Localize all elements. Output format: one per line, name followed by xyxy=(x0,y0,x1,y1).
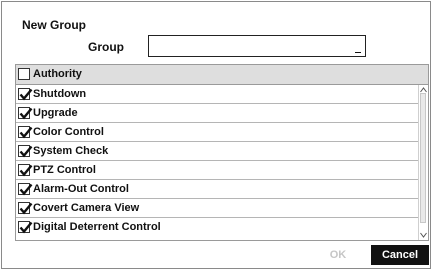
authority-header-row[interactable]: Authority xyxy=(16,65,428,85)
authority-header-label: Authority xyxy=(33,68,82,80)
permission-label: System Check xyxy=(33,145,109,157)
permission-list: Shutdown Upgrade Color Control System Check… xyxy=(16,85,418,237)
permission-checkbox[interactable] xyxy=(18,183,33,196)
cancel-button[interactable]: Cancel xyxy=(371,245,429,265)
permission-checkbox[interactable] xyxy=(18,107,33,120)
permission-label: PTZ Control xyxy=(33,164,96,176)
permission-list-box: Authority Shutdown Upgrade Color Control Sy… xyxy=(15,64,429,241)
permission-checkbox[interactable] xyxy=(18,88,33,101)
permission-checkbox[interactable] xyxy=(18,202,33,215)
text-cursor xyxy=(355,52,361,53)
permission-row[interactable]: Shutdown xyxy=(16,85,418,104)
dialog-title: New Group xyxy=(22,18,87,32)
group-name-input[interactable] xyxy=(148,35,366,57)
permission-row[interactable]: Alarm-Out Control xyxy=(16,180,418,199)
permission-checkbox[interactable] xyxy=(18,145,33,158)
permission-scrollbar[interactable] xyxy=(418,85,428,240)
checkmark-icon xyxy=(19,126,33,139)
checkmark-icon xyxy=(19,145,33,158)
permission-label: Color Control xyxy=(33,126,104,138)
checkmark-icon xyxy=(19,183,33,196)
ok-button[interactable]: OK xyxy=(308,245,368,265)
scrollbar-thumb[interactable] xyxy=(420,93,426,223)
group-label: Group xyxy=(88,40,124,54)
permission-row[interactable]: PTZ Control xyxy=(16,161,418,180)
permission-row[interactable]: System Check xyxy=(16,142,418,161)
permission-label: Upgrade xyxy=(33,107,78,119)
checkmark-icon xyxy=(19,107,33,120)
permission-checkbox[interactable] xyxy=(18,164,33,177)
permission-label: Digital Deterrent Control xyxy=(33,221,161,233)
permission-label: Shutdown xyxy=(33,88,87,100)
checkmark-icon xyxy=(19,202,33,215)
checkmark-icon xyxy=(19,221,33,234)
permission-row[interactable]: Digital Deterrent Control xyxy=(16,218,418,237)
checkmark-icon xyxy=(19,164,33,177)
permission-label: Covert Camera View xyxy=(33,202,140,214)
permission-checkbox[interactable] xyxy=(18,126,33,139)
authority-checkbox[interactable] xyxy=(18,68,30,80)
permission-checkbox[interactable] xyxy=(18,221,33,234)
checkmark-icon xyxy=(19,88,33,101)
scroll-down-arrow-icon[interactable] xyxy=(420,232,427,238)
permission-label: Alarm-Out Control xyxy=(33,183,129,195)
permission-row[interactable]: Upgrade xyxy=(16,104,418,123)
permission-row[interactable]: Color Control xyxy=(16,123,418,142)
permission-row[interactable]: Covert Camera View xyxy=(16,199,418,218)
